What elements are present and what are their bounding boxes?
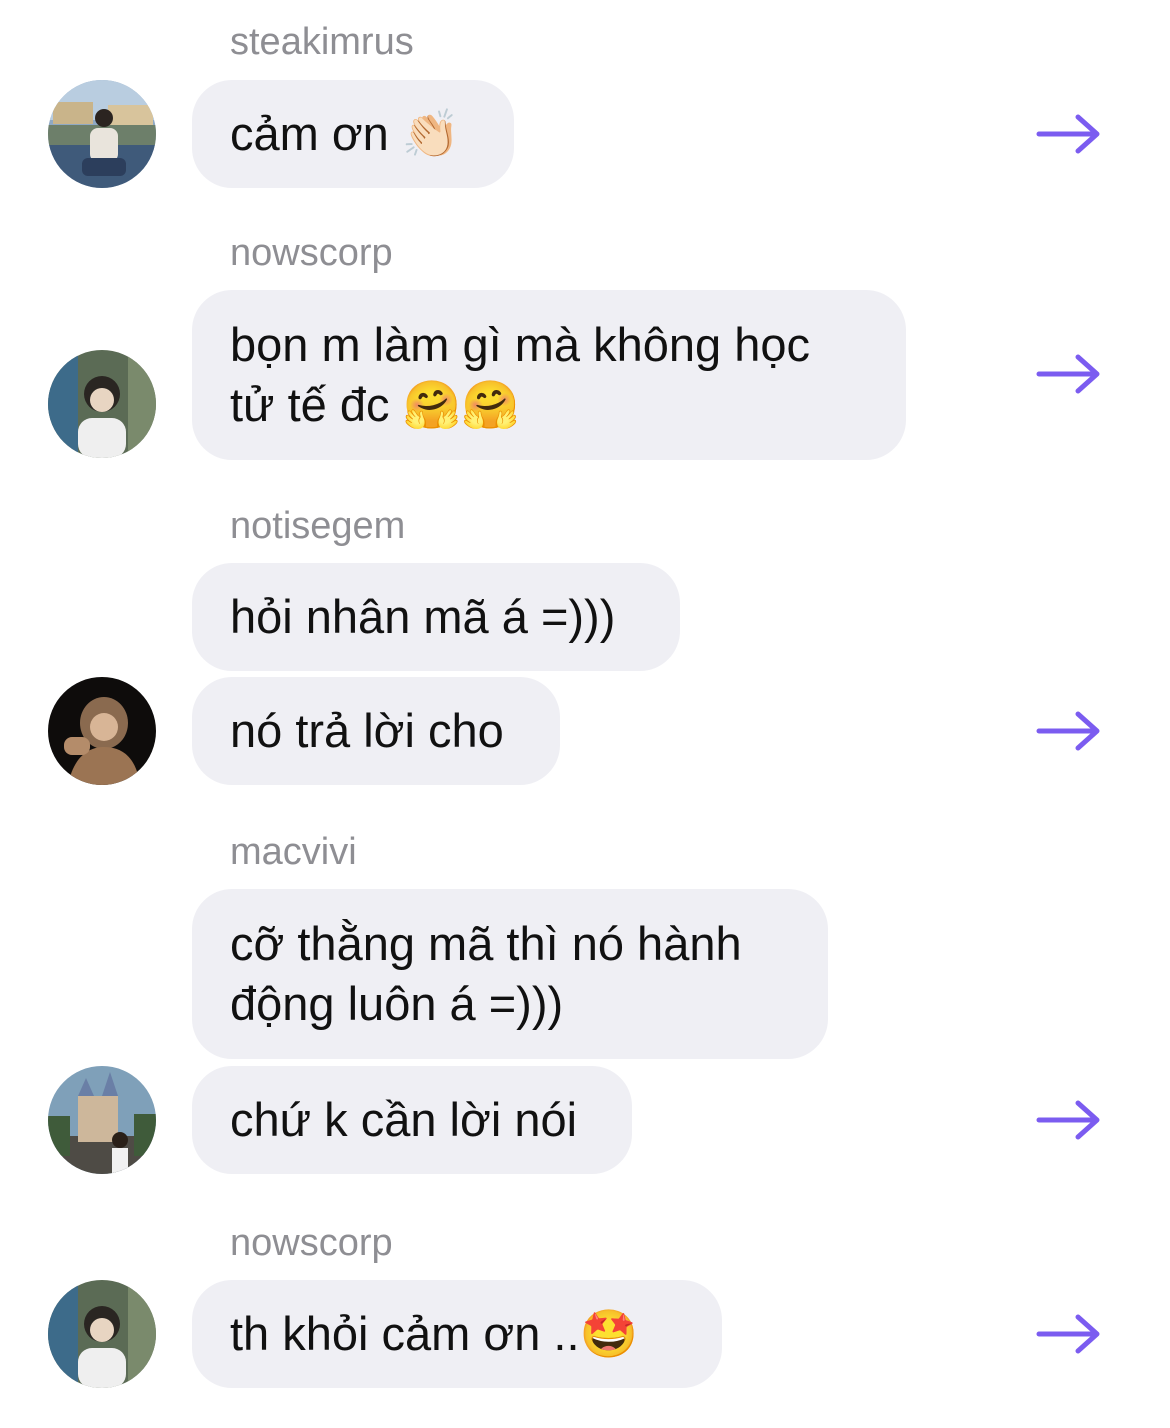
message-username[interactable]: steakimrus	[230, 20, 414, 64]
message-text: hỏi nhân mã á =)))	[230, 590, 616, 643]
arrow-right-icon[interactable]	[1036, 1314, 1102, 1354]
message-text: cảm ơn 👏🏻	[230, 107, 461, 160]
message-username[interactable]: notisegem	[230, 504, 405, 548]
user-avatar[interactable]	[48, 1280, 156, 1388]
message-bubble[interactable]: cỡ thằng mã thì nó hành động luôn á =)))	[192, 889, 828, 1059]
message-bubble[interactable]: th khỏi cảm ơn ..🤩	[192, 1280, 722, 1388]
user-avatar[interactable]	[48, 350, 156, 458]
user-avatar[interactable]	[48, 1066, 156, 1174]
message-text: cỡ thằng mã thì nó hành động luôn á =)))	[230, 917, 742, 1030]
message-text: th khỏi cảm ơn ..🤩	[230, 1307, 639, 1360]
message-username[interactable]: nowscorp	[230, 231, 393, 275]
arrow-right-icon[interactable]	[1036, 354, 1102, 394]
message-text: bọn m làm gì mà không học tử tế đc 🤗🤗	[230, 318, 810, 431]
message-bubble[interactable]: nó trả lời cho	[192, 677, 560, 785]
message-text: nó trả lời cho	[230, 704, 504, 757]
arrow-right-icon[interactable]	[1036, 114, 1102, 154]
arrow-right-icon[interactable]	[1036, 1100, 1102, 1140]
user-avatar[interactable]	[48, 677, 156, 785]
arrow-right-icon[interactable]	[1036, 711, 1102, 751]
message-text: chứ k cần lời nói	[230, 1093, 578, 1146]
message-bubble[interactable]: chứ k cần lời nói	[192, 1066, 632, 1174]
message-bubble[interactable]: cảm ơn 👏🏻	[192, 80, 514, 188]
user-avatar[interactable]	[48, 80, 156, 188]
message-username[interactable]: macvivi	[230, 830, 357, 874]
message-bubble[interactable]: bọn m làm gì mà không học tử tế đc 🤗🤗	[192, 290, 906, 460]
message-username[interactable]: nowscorp	[230, 1221, 393, 1265]
message-bubble[interactable]: hỏi nhân mã á =)))	[192, 563, 680, 671]
